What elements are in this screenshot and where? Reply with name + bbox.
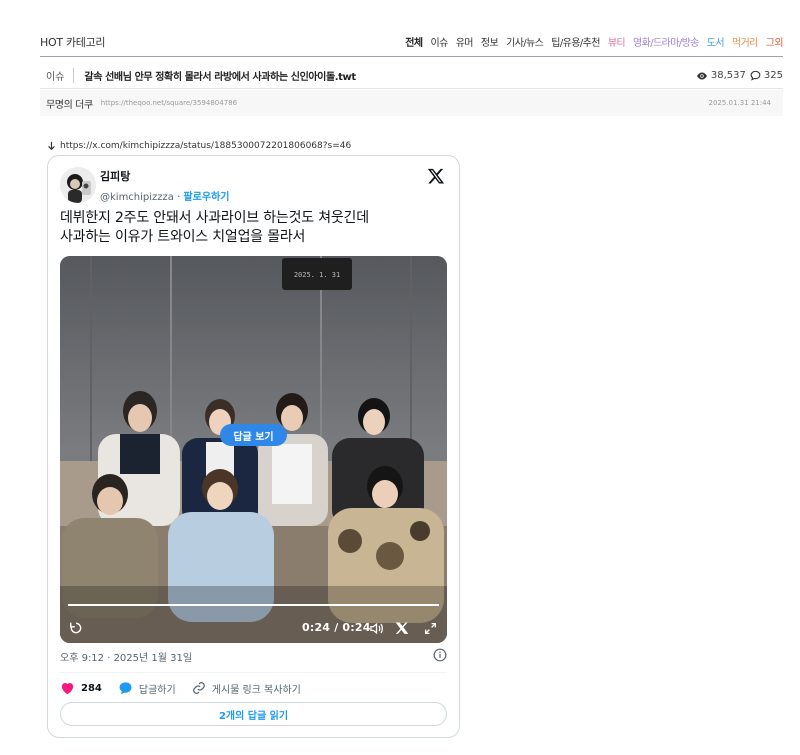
- comment-count-value: 325: [763, 70, 783, 81]
- embed-link[interactable]: https://x.com/kimchipizzza/status/188530…: [60, 141, 351, 151]
- post-stats: 38,537 325: [696, 70, 783, 81]
- post-meta: 무명의 더쿠 https://theqoo.net/square/3594804…: [40, 90, 783, 116]
- video-progress-fill: [68, 604, 439, 606]
- heart-icon: [61, 683, 74, 695]
- copy-link-label: 게시물 링크 복사하기: [211, 684, 301, 696]
- eye-icon: [696, 72, 707, 79]
- post-date: 2025.01.31 21:44: [708, 99, 771, 107]
- category-tab[interactable]: 전체: [405, 34, 423, 49]
- post-author: 무명의 더쿠: [46, 99, 93, 111]
- comment-bubble-icon: [750, 70, 761, 81]
- fullscreen-icon[interactable]: [422, 620, 438, 636]
- avatar[interactable]: [60, 167, 96, 203]
- category-tab[interactable]: 그외: [766, 34, 784, 49]
- video-progress-bar[interactable]: [68, 604, 439, 606]
- reply-label: 답글하기: [138, 684, 176, 696]
- tweet-header: 김피탕 @kimchipizzza · 팔로우하기: [60, 165, 447, 205]
- x-video-logo-icon[interactable]: [394, 620, 410, 636]
- category-tab[interactable]: 기사/뉴스: [506, 34, 544, 49]
- like-button[interactable]: 284: [60, 681, 102, 695]
- category-tab[interactable]: 뷰티: [608, 34, 626, 49]
- post-category-tag[interactable]: 이슈: [46, 68, 75, 83]
- video-frame: 2025. 1. 31: [60, 256, 447, 643]
- display-name[interactable]: 김피탕: [100, 168, 229, 184]
- category-tab[interactable]: 이슈: [431, 34, 449, 49]
- video-controls: 0:24 / 0:24: [60, 613, 447, 643]
- tweet-timestamp[interactable]: 오후 9:12 · 2025년 1월 31일: [60, 649, 192, 664]
- hot-category-title: HOT 카테고리: [40, 35, 106, 49]
- tweet-text-line: 사과하는 이유가 트와이스 치얼업을 몰라서: [60, 229, 306, 245]
- category-tab[interactable]: 영화/드라마/방송: [633, 34, 699, 49]
- tweet-text-line: 데뷔한지 2주도 안돼서 사과라이브 하는것도 쳐웃긴데: [60, 210, 369, 226]
- handle-row: @kimchipizzza · 팔로우하기: [100, 188, 229, 203]
- replay-icon[interactable]: [68, 620, 84, 636]
- tweet-text: 데뷔한지 2주도 안돼서 사과라이브 하는것도 쳐웃긴데 사과하는 이유가 트와…: [60, 209, 447, 247]
- category-tab[interactable]: 팁/유용/추천: [551, 34, 600, 49]
- link-icon: [192, 682, 205, 694]
- category-tab[interactable]: 도서: [707, 34, 725, 49]
- tweet-divider: [60, 672, 447, 673]
- category-tab[interactable]: 먹거리: [732, 34, 758, 49]
- category-tab[interactable]: 정보: [481, 34, 499, 49]
- post-url[interactable]: https://theqoo.net/square/3594804786: [101, 99, 709, 107]
- comment-count[interactable]: 325: [750, 70, 783, 81]
- post-header: 이슈 갈속 선배님 안무 정확히 몰라서 라방에서 사과하는 신인아이돌.twt…: [40, 63, 783, 89]
- like-count: 284: [81, 682, 102, 694]
- post-title: 갈속 선배님 안무 정확히 몰라서 라방에서 사과하는 신인아이돌.twt: [84, 72, 356, 83]
- reply-button[interactable]: 답글하기: [118, 681, 176, 696]
- tweet-author: 김피탕 @kimchipizzza · 팔로우하기: [100, 168, 229, 203]
- category-tabs: 전체 이슈 유머 정보 기사/뉴스 팁/유용/추천 뷰티 영화/드라마/방송 도서 먹거리 그외: [397, 34, 783, 49]
- copy-link-button[interactable]: 게시물 링크 복사하기: [192, 681, 301, 696]
- follow-button[interactable]: 팔로우하기: [183, 192, 229, 203]
- arrow-down-icon: [48, 141, 55, 151]
- tweet-video[interactable]: 2025. 1. 31 답글 보기 0:24 / 0:24: [60, 256, 447, 643]
- embed-link-line: https://x.com/kimchipizzza/status/188530…: [47, 141, 351, 151]
- hot-category-bar: HOT 카테고리 전체 이슈 유머 정보 기사/뉴스 팁/유용/추천 뷰티 영화/드라마/방송…: [40, 31, 784, 57]
- tweet-card: 김피탕 @kimchipizzza · 팔로우하기 데뷔한지 2주도 안돼서 사…: [47, 155, 460, 738]
- read-replies-button[interactable]: 2개의 답글 읽기: [60, 702, 447, 726]
- reply-bubble-icon: [119, 682, 132, 695]
- tweet-actions: 284 답글하기 게시물 링크 복사하기: [60, 680, 317, 696]
- handle[interactable]: @kimchipizzza: [100, 192, 174, 203]
- view-replies-pill[interactable]: 답글 보기: [220, 424, 287, 446]
- volume-icon[interactable]: [368, 620, 384, 636]
- video-time: 0:24 / 0:24: [302, 621, 371, 634]
- x-logo-icon[interactable]: [427, 167, 445, 185]
- view-count: 38,537: [696, 70, 746, 81]
- info-icon[interactable]: [433, 648, 447, 662]
- video-clock: 2025. 1. 31: [294, 271, 340, 279]
- category-tab[interactable]: 유머: [456, 34, 474, 49]
- view-count-value: 38,537: [710, 70, 746, 81]
